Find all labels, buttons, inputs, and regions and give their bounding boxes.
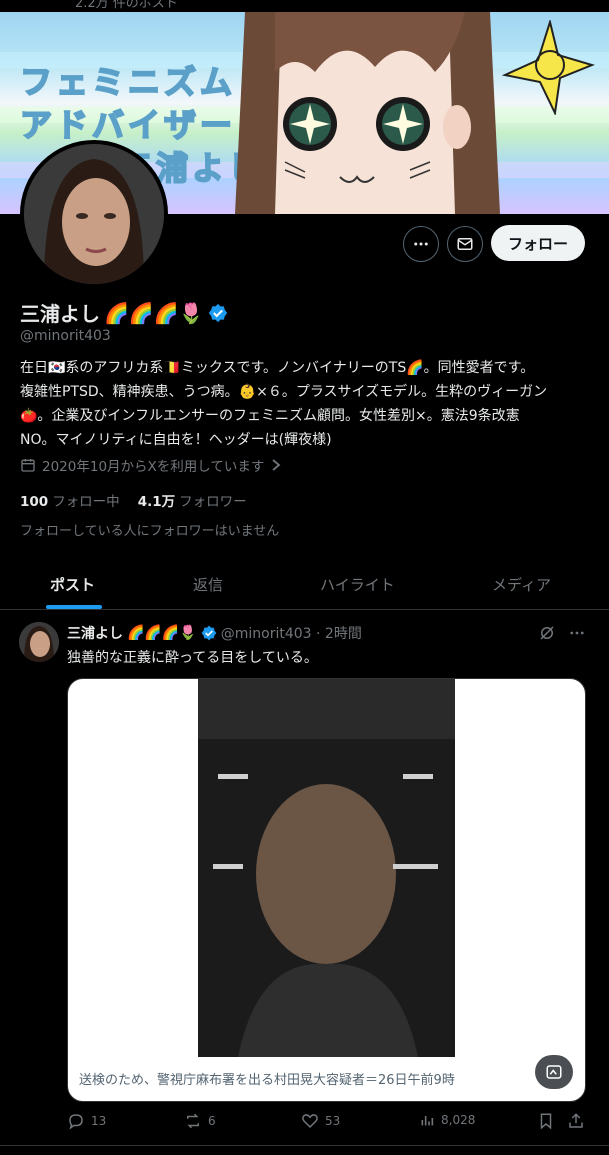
post-top-actions xyxy=(538,624,586,642)
post-item[interactable]: 三浦よし 🌈🌈🌈🌷 @minorit403 · 2時間 独善的な正義に酔ってる目… xyxy=(0,610,609,1146)
tab-replies[interactable]: 返信 xyxy=(193,560,223,609)
post-actions: 13 6 53 8,028 xyxy=(67,1110,587,1134)
joined-date[interactable]: 2020年10月からXを利用しています xyxy=(20,455,282,475)
banner-text-line1: フェミニズム xyxy=(19,62,237,102)
post-text: 独善的な正義に酔ってる目をしている。 xyxy=(67,650,318,666)
followers-count: 4.1万 xyxy=(137,494,176,510)
profile-name-text: 三浦よし xyxy=(20,302,100,326)
share-button[interactable] xyxy=(567,1112,585,1130)
share-icon xyxy=(569,1113,583,1128)
post-header: 三浦よし 🌈🌈🌈🌷 @minorit403 · 2時間 xyxy=(67,623,362,643)
followers-link[interactable]: 4.1万 フォロワー xyxy=(138,490,247,510)
reply-icon xyxy=(69,1114,83,1130)
post-meta[interactable]: @minorit403 · 2時間 xyxy=(221,623,362,643)
bio-line: 🍅。企業及びインフルエンサーのフェミニズム顧問。女性差別×。憲法9条改憲 xyxy=(20,408,520,424)
post-photo[interactable] xyxy=(198,679,455,1057)
reply-button[interactable]: 13 xyxy=(67,1112,106,1130)
profile-avatar[interactable] xyxy=(20,140,168,288)
top-bar: 2.2万 件のポスト xyxy=(0,0,609,12)
profile-name-emojis: 🌈🌈🌈🌷 xyxy=(104,300,204,325)
bookmark-button[interactable] xyxy=(537,1112,555,1130)
reply-count: 13 xyxy=(91,1114,107,1128)
banner-text-line2: アドバイザー xyxy=(19,105,237,145)
banner-anime-illustration xyxy=(235,12,500,214)
profile-handle: @minorit403 xyxy=(20,328,111,344)
message-button[interactable] xyxy=(447,226,483,262)
avatar-image xyxy=(24,144,164,284)
views-button[interactable]: 8,028 xyxy=(419,1112,475,1128)
post-avatar[interactable] xyxy=(19,622,59,662)
views-icon xyxy=(421,1116,434,1126)
repost-button[interactable]: 6 xyxy=(184,1112,216,1130)
like-count: 53 xyxy=(325,1114,341,1128)
follow-button[interactable]: フォロー xyxy=(491,225,585,261)
verified-icon[interactable] xyxy=(201,625,217,641)
repost-count: 6 xyxy=(208,1114,216,1128)
bio-line: 在日🇰🇷系のアフリカ系🇧🇪ミックスです。ノンバイナリーのTS🌈。同性愛者です。 xyxy=(20,360,535,376)
profile-bio: 在日🇰🇷系のアフリカ系🇧🇪ミックスです。ノンバイナリーのTS🌈。同性愛者です。 … xyxy=(20,356,590,452)
repost-icon xyxy=(187,1113,199,1129)
like-button[interactable]: 53 xyxy=(301,1112,340,1130)
followers-label: フォロワー xyxy=(179,494,247,510)
profile-name: 三浦よし 🌈🌈🌈🌷 xyxy=(20,298,228,327)
photo-image xyxy=(198,679,455,1057)
view-count: 8,028 xyxy=(441,1113,476,1127)
banner-star-illustration xyxy=(501,20,595,115)
more-icon xyxy=(414,242,428,246)
bio-line: NO。マイノリティに自由を！ヘッダーは(輝夜様) xyxy=(20,432,332,448)
follow-stats: 100 フォロー中 4.1万 フォロワー xyxy=(20,490,247,510)
posts-count: 2.2万 件のポスト xyxy=(75,0,178,11)
post-author-name[interactable]: 三浦よし xyxy=(67,623,123,643)
media-caption: 送検のため、警視庁麻布署を出る村田晃大容疑者＝26日午前9時 xyxy=(79,1073,455,1088)
bookmark-icon xyxy=(540,1113,552,1130)
grok-icon[interactable] xyxy=(538,624,556,642)
post-author-emojis: 🌈🌈🌈🌷 xyxy=(127,625,197,641)
message-icon xyxy=(457,238,473,250)
following-label: フォロー中 xyxy=(52,494,120,510)
alt-text-button[interactable] xyxy=(535,1055,573,1089)
more-button[interactable] xyxy=(403,226,439,262)
verified-icon[interactable] xyxy=(208,303,228,323)
following-count: 100 xyxy=(20,494,49,510)
post-avatar-image xyxy=(19,622,59,662)
more-icon[interactable] xyxy=(568,624,586,642)
post-media[interactable]: 送検のため、警視庁麻布署を出る村田晃大容疑者＝26日午前9時 xyxy=(67,678,586,1102)
joined-text: 2020年10月からXを利用しています xyxy=(42,459,265,475)
alt-text-icon xyxy=(546,1065,562,1079)
active-tab-indicator xyxy=(46,605,102,609)
calendar-icon xyxy=(21,459,35,472)
bio-line: 複雑性PTSD、精神疾患、うつ病。👶×６。プラスサイズモデル。生粋のヴィーガン xyxy=(20,384,548,400)
common-followers-note: フォローしている人にフォロワーはいません xyxy=(20,524,280,539)
tab-posts[interactable]: ポスト xyxy=(50,560,95,609)
chevron-right-icon xyxy=(272,459,281,471)
tab-media[interactable]: メディア xyxy=(492,560,551,609)
following-link[interactable]: 100 フォロー中 xyxy=(20,490,120,510)
like-icon xyxy=(302,1114,318,1129)
profile-tabs: ポスト 返信 ハイライト メディア xyxy=(0,560,609,610)
tab-highlights[interactable]: ハイライト xyxy=(320,560,395,609)
